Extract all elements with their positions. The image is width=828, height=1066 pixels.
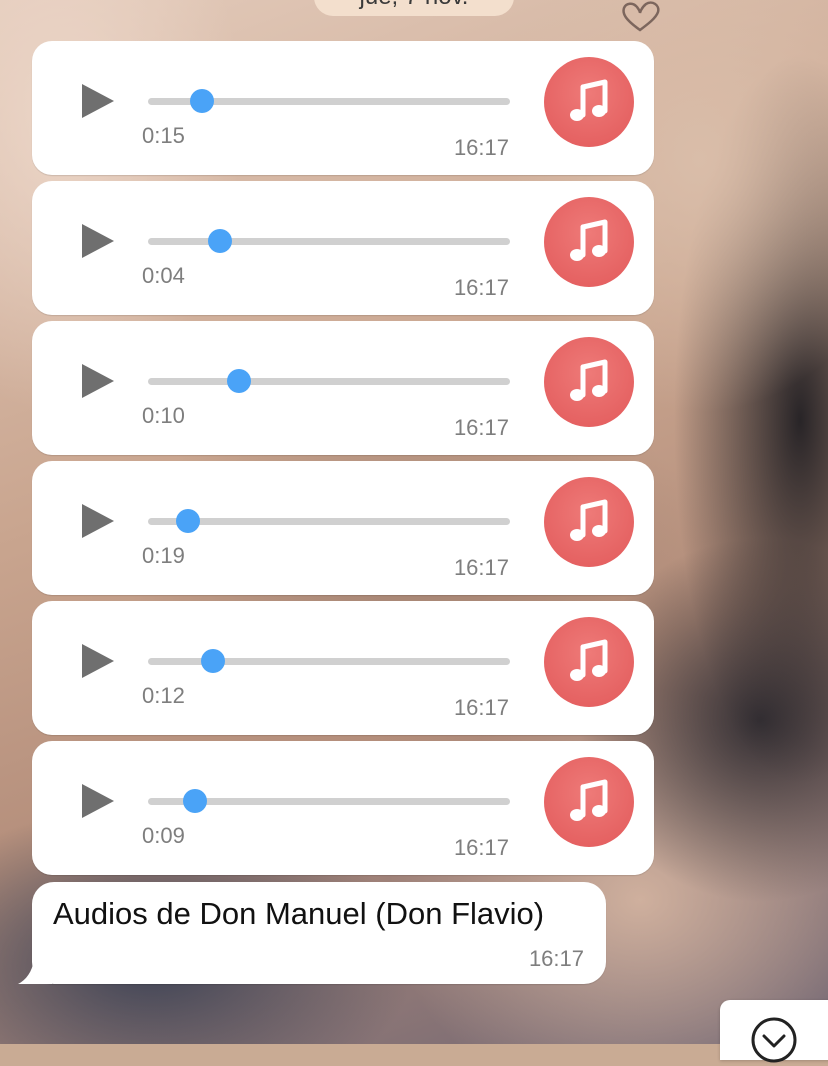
play-icon[interactable] [78,781,118,821]
play-icon[interactable] [78,221,118,261]
slider-thumb[interactable] [183,789,208,813]
audio-message-bubble[interactable]: 0:04 16:17 [32,181,654,315]
audio-message-bubble[interactable]: 0:10 16:17 [32,321,654,455]
audio-duration: 0:12 [142,683,185,708]
audio-progress-slider[interactable] [148,789,510,813]
audio-progress-slider[interactable] [148,229,510,253]
audio-message-bubble[interactable]: 0:15 16:17 [32,41,654,175]
audio-duration: 0:19 [142,543,185,568]
slider-thumb[interactable] [226,369,251,393]
music-note-icon [544,57,634,147]
bubble-tail [18,954,52,984]
audio-message-bubble[interactable]: 0:12 16:17 [32,601,654,735]
chevron-down-circle-icon [751,1017,797,1063]
audio-time: 16:17 [453,835,509,860]
audio-progress-slider[interactable] [148,649,510,673]
audio-time: 16:17 [453,135,509,160]
music-note-icon [544,757,634,847]
audio-time: 16:17 [453,415,509,440]
heart-tattoo-icon [622,1,660,32]
audio-duration: 0:04 [142,263,185,288]
music-note-icon [544,197,634,287]
play-icon[interactable] [78,641,118,681]
play-icon[interactable] [78,81,118,121]
audio-message-bubble[interactable]: 0:09 16:17 [32,741,654,875]
audio-progress-slider[interactable] [148,89,510,113]
audio-duration: 0:09 [142,823,185,848]
music-note-icon [544,337,634,427]
message-time: 16:17 [528,946,584,971]
audio-time: 16:17 [453,695,509,720]
music-note-icon [544,617,634,707]
audio-time: 16:17 [453,275,509,300]
date-divider: jue, 7 nov. [314,0,514,16]
message-text: Audios de Don Manuel (Don Flavio) [53,896,545,931]
audio-progress-slider[interactable] [148,509,510,533]
slider-thumb[interactable] [208,229,233,253]
play-icon[interactable] [78,361,118,401]
scroll-to-bottom-button[interactable] [720,1000,828,1063]
music-note-icon [544,477,634,567]
slider-thumb[interactable] [175,509,200,533]
audio-progress-slider[interactable] [148,369,510,393]
slider-thumb[interactable] [201,649,226,673]
text-message-bubble[interactable]: Audios de Don Manuel (Don Flavio) 16:17 [18,882,606,984]
audio-duration: 0:10 [142,403,185,428]
slider-thumb[interactable] [190,89,215,113]
play-icon[interactable] [78,501,118,541]
audio-duration: 0:15 [142,123,185,148]
audio-time: 16:17 [453,555,509,580]
audio-message-bubble[interactable]: 0:19 16:17 [32,461,654,595]
